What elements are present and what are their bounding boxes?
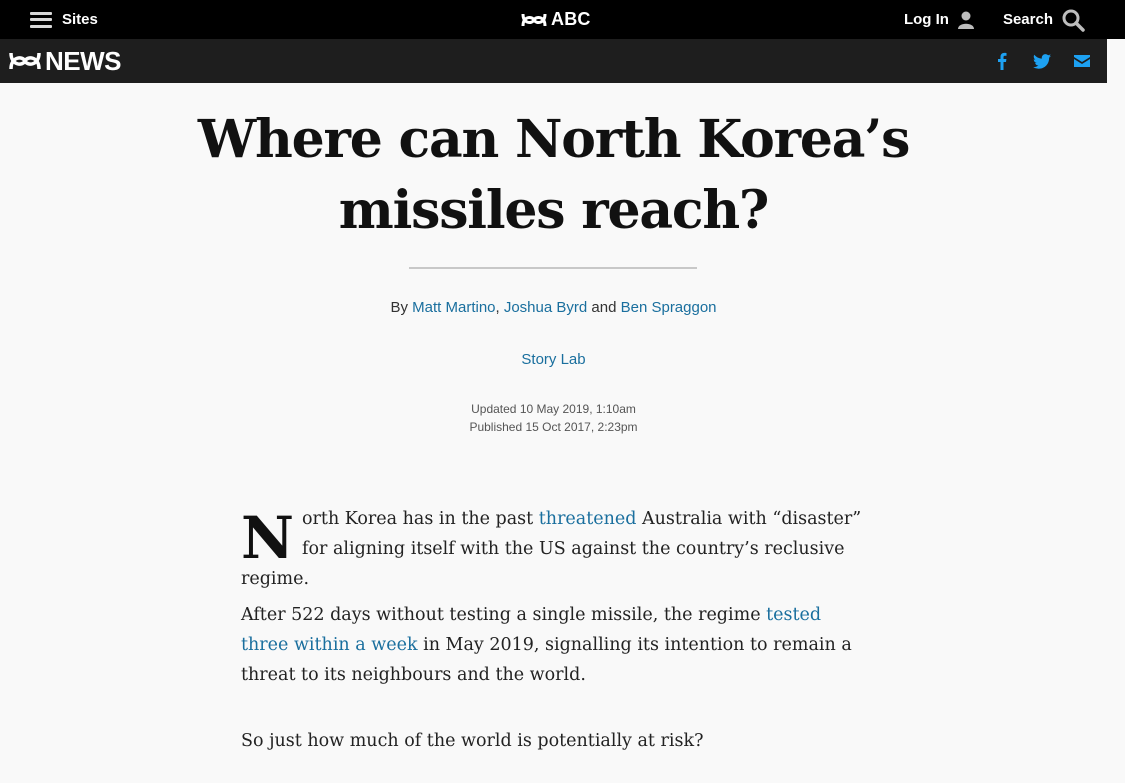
user-icon <box>957 11 974 29</box>
article-headline: Where can North Korea’s missiles reach? <box>0 104 1107 246</box>
account-search-group: Log In Search <box>904 0 1085 39</box>
login-button[interactable]: Log In <box>904 11 975 29</box>
headline-divider <box>409 267 697 269</box>
abc-news-bar: NEWS <box>0 39 1107 83</box>
facebook-icon <box>998 52 1007 70</box>
facebook-share-button[interactable] <box>993 52 1011 70</box>
abc-brand-label: ABC <box>551 9 591 29</box>
program-link[interactable]: Story Lab <box>521 351 585 368</box>
abc-top-bar: Sites ABC Log In Search <box>0 0 1125 39</box>
p3-text: So just how much of the world is potenti… <box>241 731 704 751</box>
author-link-joshua-byrd[interactable]: Joshua Byrd <box>504 299 587 316</box>
published-date: Published 15 Oct 2017, 2:23pm <box>469 420 638 434</box>
abc-news-home-link[interactable]: NEWS <box>9 39 122 83</box>
headline-line-1: Where can North Korea’s <box>197 109 911 170</box>
hamburger-icon <box>30 11 52 28</box>
twitter-icon <box>1033 53 1051 69</box>
byline-separator: , <box>495 299 500 316</box>
byline-and: and <box>591 299 617 316</box>
email-icon <box>1074 55 1090 67</box>
sites-label: Sites <box>62 11 98 28</box>
search-button[interactable]: Search <box>1003 8 1085 32</box>
article-paragraph-1: North Korea has in the past threatened A… <box>241 504 871 594</box>
search-icon <box>1062 9 1085 32</box>
share-links <box>993 39 1091 83</box>
byline: By Matt Martino, Joshua Byrd and Ben Spr… <box>0 299 1107 316</box>
news-logo-label: NEWS <box>45 45 122 76</box>
link-threatened[interactable]: threatened <box>539 509 637 529</box>
p2-text-before: After 522 days without testing a single … <box>241 605 767 625</box>
p1-text-before: orth Korea has in the past <box>302 509 539 529</box>
page-scrollbar[interactable] <box>1107 39 1125 783</box>
abc-logo-icon <box>521 13 547 26</box>
updated-date: Updated 10 May 2019, 1:10am <box>471 402 636 416</box>
abc-home-link[interactable]: ABC <box>521 0 591 39</box>
author-link-ben-spraggon[interactable]: Ben Spraggon <box>621 299 717 316</box>
headline-line-2: missiles reach? <box>338 180 770 241</box>
login-label: Log In <box>903 11 949 28</box>
author-link-matt-martino[interactable]: Matt Martino <box>412 299 495 316</box>
email-share-button[interactable] <box>1073 52 1091 70</box>
article-paragraph-3: So just how much of the world is potenti… <box>241 726 871 756</box>
search-label: Search <box>1002 11 1053 28</box>
abc-news-logo-icon <box>9 52 41 70</box>
drop-cap: N <box>241 504 295 572</box>
byline-prefix: By <box>390 299 408 316</box>
twitter-share-button[interactable] <box>1033 52 1051 70</box>
sites-menu-button[interactable]: Sites <box>30 0 98 39</box>
article-dates: Updated 10 May 2019, 1:10am Published 15… <box>0 400 1107 436</box>
program-info: Story Lab <box>0 351 1107 368</box>
article-paragraph-2: After 522 days without testing a single … <box>241 600 871 690</box>
